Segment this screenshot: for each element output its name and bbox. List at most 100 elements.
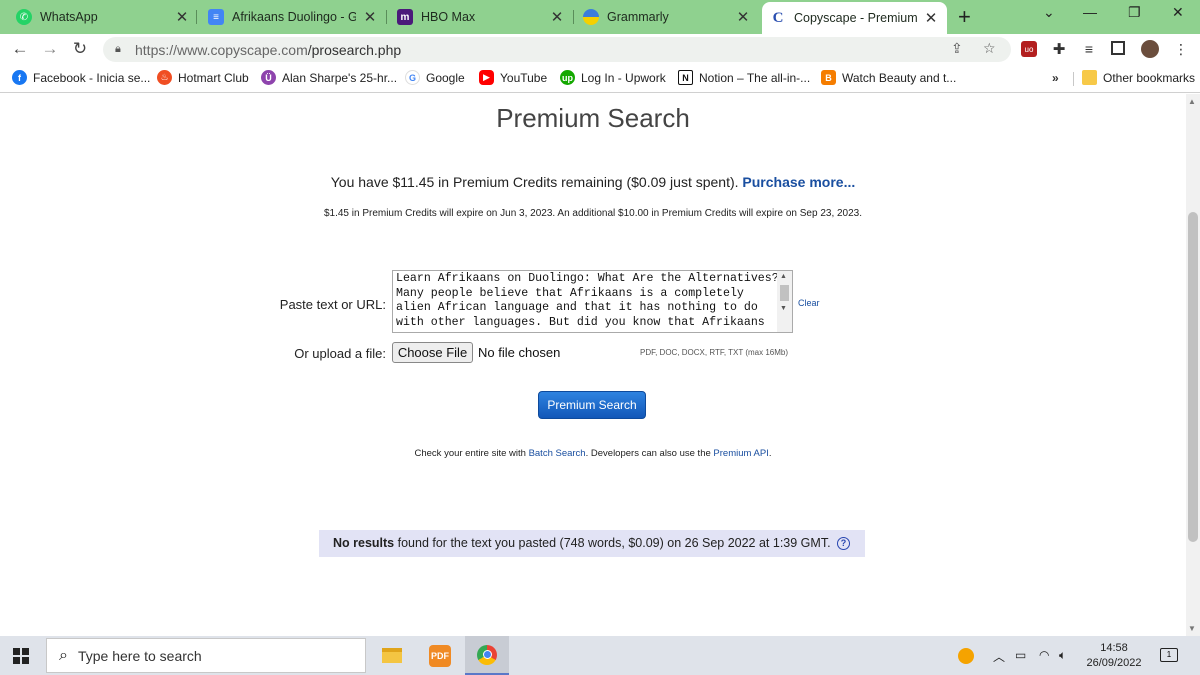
taskbar-search-box[interactable]: ⌕ Type here to search (46, 638, 366, 673)
close-tab-icon[interactable]: ✕ (735, 8, 751, 26)
bookmark-star-icon[interactable]: ☆ (983, 40, 996, 57)
forward-icon[interactable]: → (40, 39, 60, 59)
show-hidden-icons-icon[interactable]: ︿ (993, 648, 1005, 665)
tab-separator (196, 10, 197, 24)
side-panel-icon[interactable] (1111, 41, 1125, 55)
url-text[interactable]: https://www.copyscape.com/prosearch.php (135, 42, 401, 58)
reload-icon[interactable]: ↻ (70, 39, 90, 59)
tab-grammarly[interactable]: Grammarly ✕ (575, 4, 759, 30)
scroll-up-arrow-icon[interactable]: ▲ (1188, 97, 1196, 106)
bookmark-watch-beauty[interactable]: B Watch Beauty and t... (821, 70, 956, 85)
media-queue-icon[interactable]: ≡ (1081, 41, 1097, 57)
other-bookmarks-folder[interactable]: Other bookmarks (1082, 70, 1195, 85)
copyscape-icon: C (772, 9, 784, 26)
bookmark-upwork[interactable]: up Log In - Upwork (560, 70, 666, 85)
textarea-scroll-thumb[interactable] (780, 285, 789, 301)
close-tab-icon[interactable]: ✕ (174, 8, 190, 26)
bookmark-label: Hotmart Club (178, 70, 249, 85)
taskbar-clock[interactable]: 14:58 26/09/2022 (1084, 641, 1144, 671)
file-explorer-taskbar-button[interactable] (370, 636, 414, 675)
extensions-icon[interactable]: ✚ (1051, 41, 1067, 58)
bookmark-label: Watch Beauty and t... (842, 70, 957, 85)
upwork-icon: up (560, 70, 575, 85)
battery-icon[interactable]: ▭ (1015, 648, 1026, 662)
tab-copyscape[interactable]: C Copyscape - Premium Sea ✕ (762, 2, 947, 34)
restore-button[interactable]: ❐ (1128, 4, 1141, 21)
search-result-banner: No results found for the text you pasted… (319, 530, 865, 557)
chrome-icon (477, 644, 497, 665)
menu-kebab-icon[interactable]: ⋮ (1173, 41, 1189, 57)
tab-whatsapp[interactable]: ✆ WhatsApp ✕ (8, 4, 198, 30)
close-tab-icon[interactable]: ✕ (362, 8, 378, 26)
close-window-button[interactable]: ✕ (1172, 4, 1184, 21)
tab-afrikaans-duolingo[interactable]: ≡ Afrikaans Duolingo - Goo ✕ (200, 4, 386, 30)
bookmarks-divider (1073, 72, 1074, 86)
clear-link[interactable]: Clear (798, 298, 820, 308)
google-docs-icon: ≡ (208, 9, 224, 25)
folder-icon (382, 648, 402, 663)
credits-expiry-text: $1.45 in Premium Credits will expire on … (323, 208, 863, 219)
clock-time: 14:58 (1100, 642, 1128, 654)
ublock-icon[interactable]: uo (1021, 41, 1037, 57)
hotmart-icon: ♨ (157, 70, 172, 85)
facebook-icon: f (12, 70, 27, 85)
browser-toolbar: ← → ↻ 🔒︎ https://www.copyscape.com/prose… (0, 34, 1200, 64)
bookmark-label: Notion – The all-in-... (699, 70, 811, 85)
info-suffix: . (768, 448, 772, 459)
profile-avatar[interactable] (1141, 40, 1159, 58)
bookmark-google[interactable]: G Google (405, 70, 465, 85)
bookmark-label: Facebook - Inicia se... (33, 70, 151, 85)
search-icon: ⌕ (59, 646, 68, 664)
new-tab-button[interactable]: + (958, 4, 971, 30)
pdf-app-icon: PDF (429, 644, 451, 667)
bookmark-hotmart[interactable]: ♨ Hotmart Club (157, 70, 249, 85)
address-bar[interactable]: 🔒︎ https://www.copyscape.com/prosearch.p… (103, 37, 1011, 62)
page-title: Premium Search (496, 103, 690, 133)
scroll-up-arrow-icon[interactable]: ▲ (780, 273, 787, 280)
bookmark-notion[interactable]: N Notion – The all-in-... (678, 70, 810, 85)
weather-icon[interactable] (958, 648, 974, 664)
minimize-button[interactable]: — (1083, 4, 1097, 20)
page-scroll-thumb[interactable] (1188, 212, 1198, 542)
grammarly-icon (583, 9, 599, 25)
back-icon[interactable]: ← (10, 39, 30, 59)
url-path: /prosearch.php (307, 41, 402, 58)
tab-hbo-max[interactable]: m HBO Max ✕ (389, 4, 573, 30)
close-tab-icon[interactable]: ✕ (549, 8, 565, 26)
bookmarks-overflow-button[interactable]: » (1052, 71, 1059, 85)
youtube-icon: ▶ (479, 70, 494, 85)
close-tab-icon[interactable]: ✕ (923, 9, 939, 27)
choose-file-button[interactable]: Choose File (392, 342, 473, 363)
bookmark-alan-sharpe[interactable]: Ü Alan Sharpe's 25-hr... (261, 70, 397, 85)
tab-search-icon[interactable]: ⌄ (1043, 4, 1055, 21)
page-scrollbar[interactable]: ▲ ▼ (1186, 94, 1200, 636)
result-status: No results (333, 536, 395, 550)
browser-tab-strip: ✆ WhatsApp ✕ ≡ Afrikaans Duolingo - Goo … (0, 0, 1200, 34)
lock-icon[interactable]: 🔒︎ (115, 43, 129, 56)
premium-search-button[interactable]: Premium Search (538, 391, 646, 419)
bookmarks-bar: f Facebook - Inicia se... ♨ Hotmart Club… (0, 64, 1200, 93)
notification-center-icon[interactable]: 1 (1160, 648, 1178, 662)
page-content: Premium Search You have $11.45 in Premiu… (0, 94, 1186, 636)
pdf-app-taskbar-button[interactable]: PDF (418, 636, 462, 675)
batch-search-link[interactable]: Batch Search (529, 448, 586, 459)
scroll-down-arrow-icon[interactable]: ▼ (1188, 624, 1196, 633)
scroll-down-arrow-icon[interactable]: ▼ (780, 305, 787, 312)
whatsapp-icon: ✆ (16, 9, 32, 25)
folder-icon (1082, 70, 1097, 85)
textarea-scrollbar[interactable]: ▲ ▼ (777, 271, 792, 332)
bookmark-label: Alan Sharpe's 25-hr... (282, 70, 398, 85)
premium-api-link[interactable]: Premium API (713, 448, 768, 459)
bookmark-youtube[interactable]: ▶ YouTube (479, 70, 547, 85)
share-icon[interactable]: ⇪ (951, 40, 963, 57)
help-icon[interactable]: ? (837, 537, 851, 551)
bookmark-label: YouTube (500, 70, 548, 85)
purchase-more-link[interactable]: Purchase more... (742, 174, 855, 190)
wifi-icon[interactable]: ◠ (1039, 648, 1049, 662)
chrome-taskbar-button[interactable] (465, 636, 509, 675)
windows-start-icon[interactable] (13, 648, 29, 664)
info-prefix: Check your entire site with (414, 448, 526, 459)
bookmark-facebook[interactable]: f Facebook - Inicia se... (12, 70, 150, 85)
paste-text-area[interactable]: Learn Afrikaans on Duolingo: What Are th… (392, 270, 793, 333)
volume-icon[interactable]: 🔈︎ (1059, 648, 1066, 663)
